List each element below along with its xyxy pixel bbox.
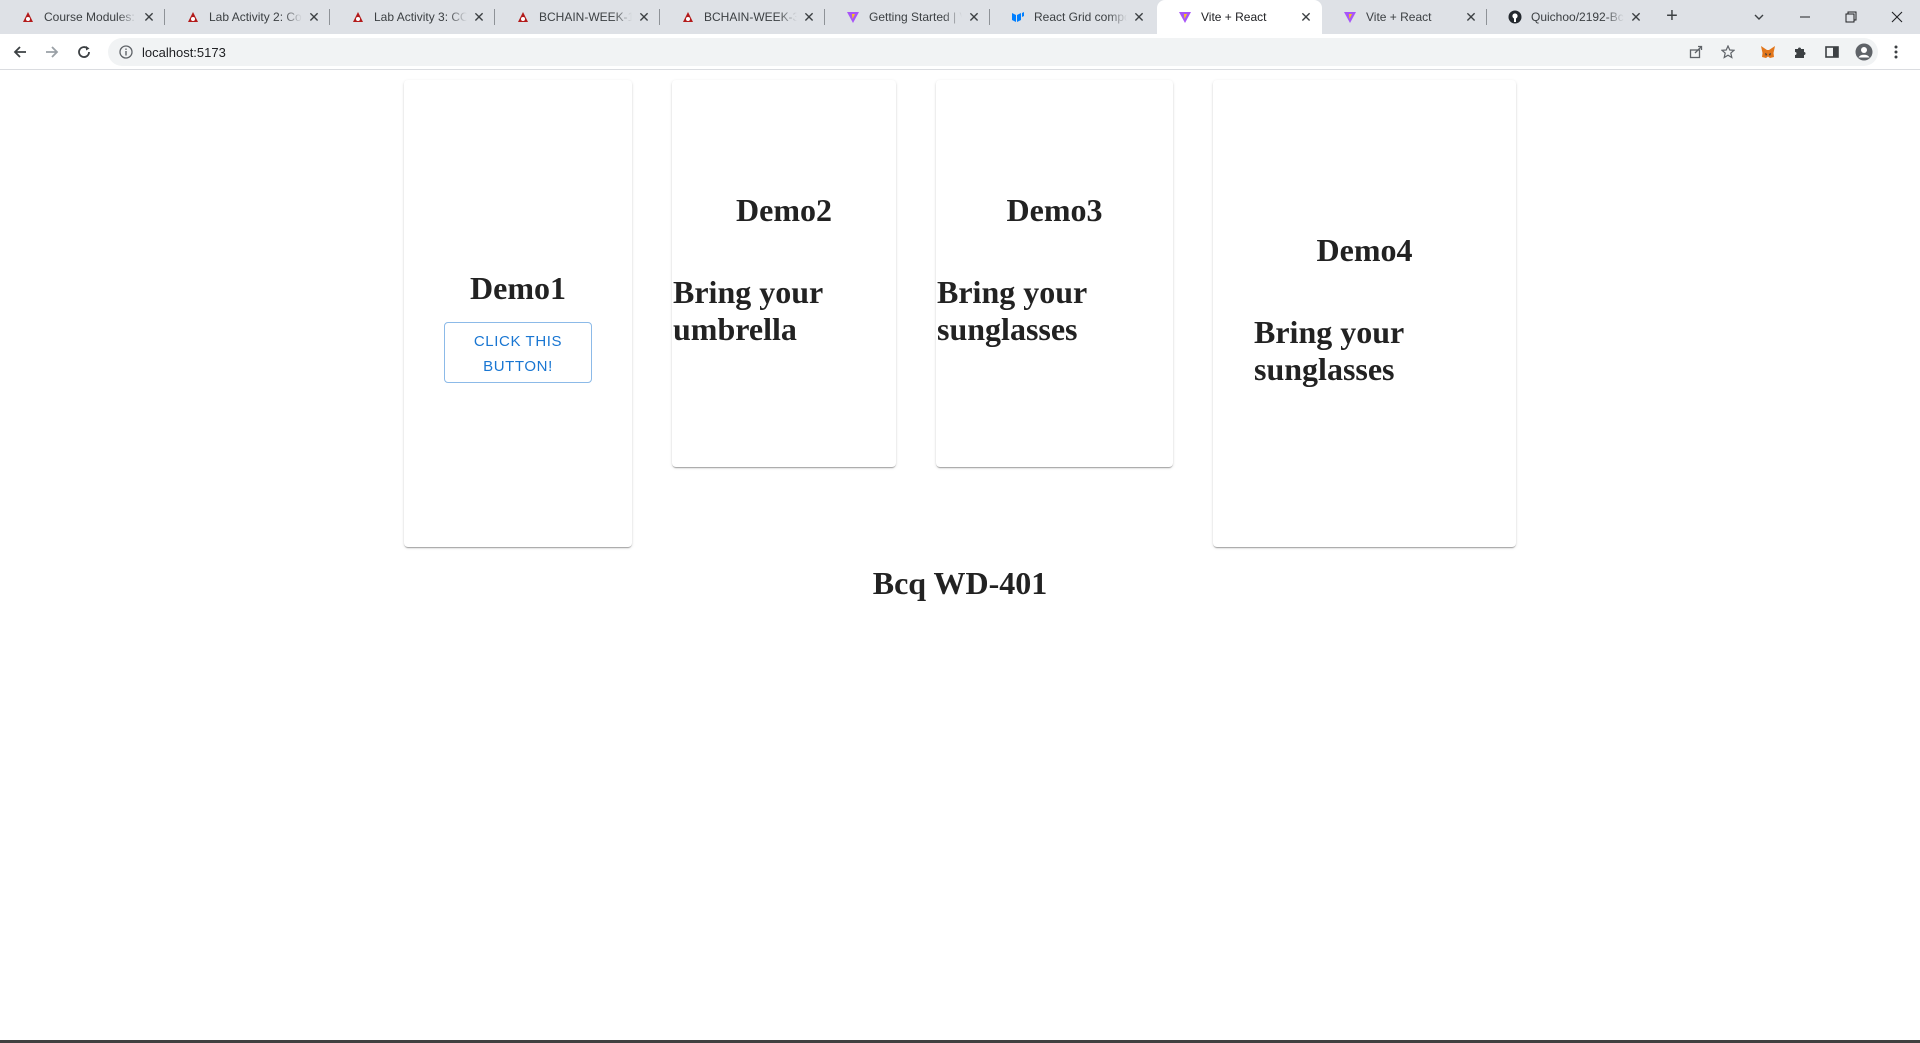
demo2-card: Demo2 Bring your umbrella <box>672 80 896 467</box>
side-panel-icon <box>1825 46 1839 58</box>
tab-title: BCHAIN-WEEK-3-L <box>704 10 797 24</box>
tab-title: React Grid component <box>1034 10 1127 24</box>
side-panel-button[interactable] <box>1818 38 1846 66</box>
tab-getting-started-vite[interactable]: Getting Started | Vite ✕ <box>825 0 990 34</box>
new-tab-button[interactable]: + <box>1660 5 1684 29</box>
info-icon[interactable] <box>118 44 134 60</box>
more-vert-icon <box>1894 45 1898 59</box>
footer-title: Bcq WD-401 <box>872 565 1048 601</box>
tab-title: BCHAIN-WEEK-1-a <box>539 10 632 24</box>
tab-lab-activity-2[interactable]: Lab Activity 2: Components ✕ <box>165 0 330 34</box>
share-icon[interactable] <box>1688 44 1704 60</box>
tab-bchain-week-3[interactable]: BCHAIN-WEEK-3-L ✕ <box>660 0 825 34</box>
close-icon[interactable]: ✕ <box>966 9 982 25</box>
close-icon[interactable]: ✕ <box>141 9 157 25</box>
mui-icon <box>1010 9 1026 25</box>
browser-toolbar: localhost:5173 <box>0 34 1920 70</box>
url-text: localhost:5173 <box>142 44 226 60</box>
back-button[interactable] <box>6 38 34 66</box>
tab-github-repo[interactable]: Quichoo/2192-Bchain ✕ <box>1487 0 1652 34</box>
tab-lab-activity-3[interactable]: Lab Activity 3: CONTEXT ✕ <box>330 0 495 34</box>
demo2-message: Bring your umbrella <box>673 274 823 347</box>
tab-title: Vite + React <box>1366 10 1432 24</box>
close-icon[interactable]: ✕ <box>471 9 487 25</box>
demo2-title: Demo2 <box>736 192 832 228</box>
metamask-extension-button[interactable] <box>1754 38 1782 66</box>
feu-icon <box>680 9 696 25</box>
profile-button[interactable] <box>1850 38 1878 66</box>
click-this-button[interactable]: CLICK THIS BUTTON! <box>444 322 592 383</box>
feu-icon <box>185 9 201 25</box>
tab-title: Quichoo/2192-Bchain <box>1531 10 1624 24</box>
tab-title: Getting Started | Vite <box>869 10 962 24</box>
close-icon[interactable]: ✕ <box>1628 9 1644 25</box>
tab-title: Vite + React <box>1201 10 1267 24</box>
close-icon[interactable]: ✕ <box>636 9 652 25</box>
close-icon[interactable]: ✕ <box>306 9 322 25</box>
chevron-down-icon <box>1754 14 1764 20</box>
feu-icon <box>515 9 531 25</box>
tab-title: Lab Activity 3: CONTEXT <box>374 10 467 24</box>
demo3-title: Demo3 <box>1006 192 1103 228</box>
tab-title: Lab Activity 2: Components <box>209 10 302 24</box>
menu-button[interactable] <box>1882 38 1910 66</box>
demo1-title: Demo1 <box>470 270 566 306</box>
restore-icon <box>1845 11 1857 23</box>
demo4-message: Bring your sunglasses <box>1254 314 1404 387</box>
close-icon[interactable]: ✕ <box>1131 9 1147 25</box>
tab-react-grid[interactable]: React Grid component ✕ <box>990 0 1155 34</box>
avatar-icon <box>1855 43 1873 61</box>
page-content: Demo1 CLICK THIS BUTTON! Demo2 Bring you… <box>0 71 1920 1040</box>
reload-button[interactable] <box>70 38 98 66</box>
feu-icon <box>350 9 366 25</box>
demo4-title: Demo4 <box>1316 232 1413 268</box>
restore-button[interactable] <box>1828 0 1874 34</box>
close-icon <box>1891 11 1903 23</box>
tab-bchain-week-1[interactable]: BCHAIN-WEEK-1-a ✕ <box>495 0 660 34</box>
bookmark-star-icon[interactable] <box>1720 44 1736 60</box>
demo3-message: Bring your sunglasses <box>937 274 1087 347</box>
metamask-fox-icon <box>1761 46 1775 58</box>
close-icon[interactable]: ✕ <box>1298 9 1314 25</box>
close-icon[interactable]: ✕ <box>801 9 817 25</box>
tab-vite-react[interactable]: Vite + React ✕ <box>1322 0 1487 34</box>
vite-icon <box>1342 9 1358 25</box>
tab-course-modules[interactable]: Course Modules: BCHAIN ✕ <box>0 0 165 34</box>
vite-icon <box>1177 9 1193 25</box>
tab-title: Course Modules: BCHAIN <box>44 10 137 24</box>
demo4-card: Demo4 Bring your sunglasses <box>1213 80 1516 547</box>
forward-button[interactable] <box>38 38 66 66</box>
tab-search-button[interactable] <box>1736 0 1782 34</box>
github-icon <box>1507 9 1523 25</box>
tab-strip: Course Modules: BCHAIN ✕ Lab Activity 2:… <box>0 0 1920 34</box>
extensions-button[interactable] <box>1786 38 1814 66</box>
minimize-icon <box>1800 16 1810 18</box>
reload-icon <box>78 46 90 58</box>
close-icon[interactable]: ✕ <box>1463 9 1479 25</box>
tab-vite-react-active[interactable]: Vite + React ✕ <box>1157 0 1322 34</box>
feu-icon <box>20 9 36 25</box>
puzzle-icon <box>1795 47 1806 58</box>
vite-icon <box>845 9 861 25</box>
close-window-button[interactable] <box>1874 0 1920 34</box>
demo3-card: Demo3 Bring your sunglasses <box>936 80 1173 467</box>
address-bar[interactable]: localhost:5173 <box>108 38 1878 66</box>
forward-arrow-icon <box>46 46 59 58</box>
minimize-button[interactable] <box>1782 0 1828 34</box>
demo1-card: Demo1 CLICK THIS BUTTON! <box>404 80 632 547</box>
back-arrow-icon <box>13 46 26 58</box>
